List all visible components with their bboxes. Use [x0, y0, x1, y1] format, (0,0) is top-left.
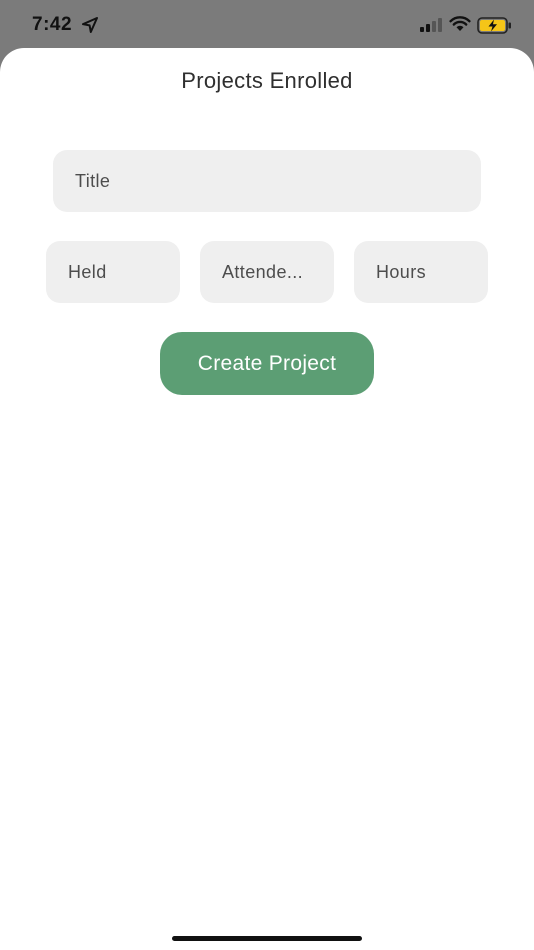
hours-field[interactable]	[354, 241, 488, 303]
hours-input[interactable]	[354, 241, 488, 303]
wifi-icon	[449, 16, 471, 31]
create-project-button[interactable]: Create Project	[160, 332, 374, 395]
status-bar: 7:42	[0, 0, 534, 48]
modal-sheet: Projects Enrolled Create Project	[0, 48, 534, 950]
battery-charging-icon	[477, 17, 511, 34]
attended-field[interactable]	[200, 241, 334, 303]
page-title: Projects Enrolled	[181, 68, 353, 93]
attended-input[interactable]	[200, 241, 334, 303]
held-input[interactable]	[46, 241, 180, 303]
title-field[interactable]	[53, 150, 481, 212]
cellular-signal-icon	[420, 18, 442, 32]
status-time: 7:42	[32, 14, 73, 35]
location-arrow-icon	[82, 17, 98, 33]
title-input[interactable]	[53, 150, 481, 212]
held-field[interactable]	[46, 241, 180, 303]
home-indicator[interactable]	[172, 936, 362, 941]
